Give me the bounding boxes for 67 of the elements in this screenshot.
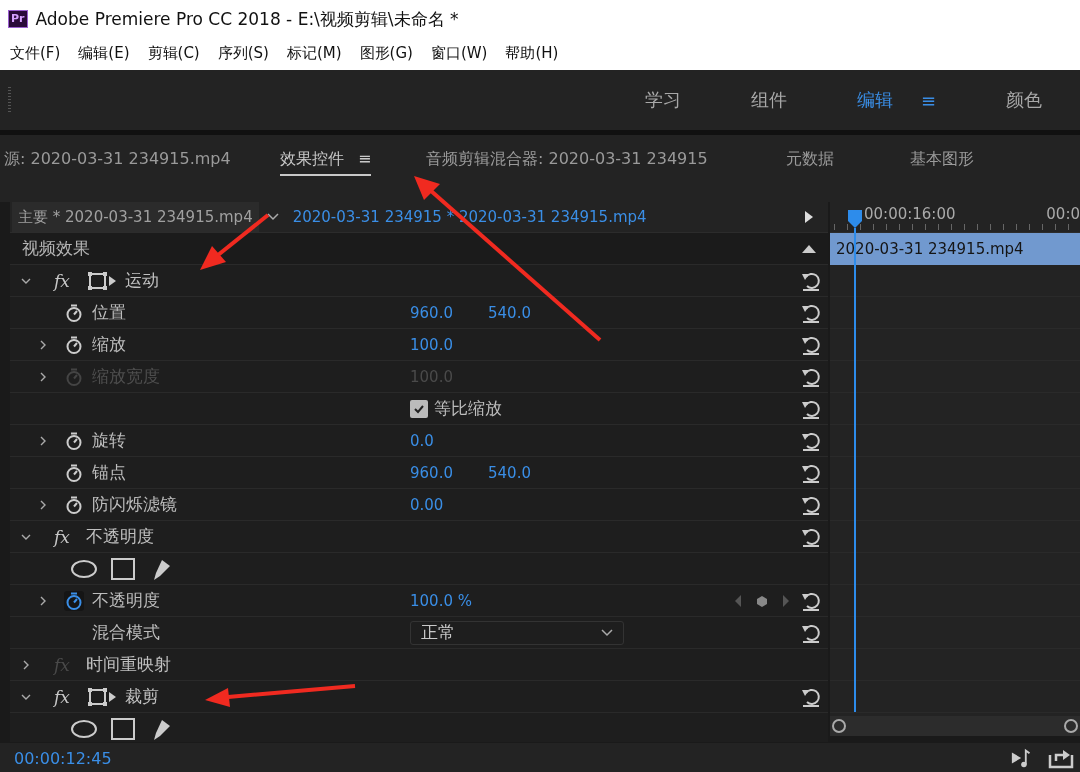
panel-tab[interactable]: 效果控件 ≡ bbox=[280, 145, 372, 176]
stopwatch-icon[interactable] bbox=[64, 334, 84, 355]
workspace-tab[interactable]: 组件 bbox=[750, 88, 787, 112]
stopwatch-icon[interactable] bbox=[64, 430, 84, 451]
parameter-value[interactable]: 100.0 % bbox=[410, 591, 488, 610]
parameter-label: 缩放 bbox=[92, 333, 126, 356]
effect-name: 运动 bbox=[125, 269, 159, 292]
section-title: 视频效果 bbox=[22, 237, 90, 260]
menu-item[interactable]: 标记(M) bbox=[286, 43, 342, 63]
workspace-tab[interactable]: 编辑 ≡ bbox=[856, 88, 936, 112]
timecode[interactable]: 00:00:12:45 bbox=[14, 748, 112, 768]
window-title: Adobe Premiere Pro CC 2018 - E:\视频剪辑\未命名 * bbox=[35, 7, 459, 31]
parameter-label: 不透明度 bbox=[92, 589, 160, 612]
menu-item[interactable]: 文件(F) bbox=[10, 43, 61, 63]
menu-item[interactable]: 序列(S) bbox=[217, 43, 269, 63]
parameter-value[interactable]: 0.00 bbox=[410, 495, 488, 514]
menu-item[interactable]: 窗口(W) bbox=[430, 43, 488, 63]
transform-icon[interactable] bbox=[87, 270, 117, 291]
clip-bar[interactable]: 2020-03-31 234915.mp4 bbox=[830, 233, 1080, 265]
app-icon: Pr bbox=[8, 10, 28, 28]
effect-name: 裁剪 bbox=[125, 685, 159, 708]
stopwatch-icon[interactable] bbox=[64, 302, 84, 323]
time-ruler[interactable]: 00:00:16:00 00:0 bbox=[830, 202, 1080, 233]
play-icon[interactable] bbox=[804, 211, 814, 223]
checkbox[interactable] bbox=[410, 399, 428, 418]
parameter-value[interactable]: 960.0 bbox=[410, 303, 488, 322]
fx-toggle[interactable]: fx bbox=[54, 526, 84, 547]
menu-item[interactable]: 编辑(E) bbox=[78, 43, 130, 63]
parameter-label: 旋转 bbox=[92, 429, 126, 452]
menu-item[interactable]: 剪辑(C) bbox=[147, 43, 200, 63]
effect-name: 不透明度 bbox=[86, 525, 154, 548]
fx-toggle[interactable]: fx bbox=[54, 686, 84, 707]
chevron-down-icon bbox=[601, 628, 613, 637]
menu-item[interactable]: 帮助(H) bbox=[505, 43, 559, 63]
parameter-value[interactable]: 540.0 bbox=[488, 303, 566, 322]
collapse-icon[interactable] bbox=[802, 244, 816, 253]
panel-tab[interactable]: 音频剪辑混合器: 2020-03-31 234915 bbox=[426, 145, 708, 176]
master-clip-label[interactable]: 主要 * 2020-03-31 234915.mp4 bbox=[12, 202, 259, 232]
fx-toggle[interactable]: fx bbox=[54, 270, 84, 291]
parameter-value[interactable]: 540.0 bbox=[488, 463, 566, 482]
blend-mode-dropdown[interactable]: 正常 bbox=[410, 620, 624, 645]
panel-tab[interactable]: 元数据 bbox=[786, 145, 834, 176]
stopwatch-icon[interactable] bbox=[64, 494, 84, 515]
ruler-label: 00:0 bbox=[1046, 205, 1080, 223]
workspace-tab[interactable]: 颜色 bbox=[1006, 88, 1042, 112]
parameter-value[interactable]: 100.0 bbox=[410, 335, 488, 354]
parameter-value[interactable]: 0.0 bbox=[410, 431, 488, 450]
parameter-label: 混合模式 bbox=[92, 621, 160, 644]
menu-item[interactable]: 图形(G) bbox=[359, 43, 413, 63]
export-icon[interactable] bbox=[1048, 747, 1074, 769]
checkbox-label: 等比缩放 bbox=[434, 397, 502, 420]
effect-name: 时间重映射 bbox=[86, 653, 171, 676]
parameter-value[interactable]: 960.0 bbox=[410, 463, 488, 482]
transform-icon[interactable] bbox=[87, 686, 117, 707]
parameter-label: 锚点 bbox=[92, 461, 126, 484]
ruler-label: 00:00:16:00 bbox=[864, 205, 956, 223]
chevron-down-icon[interactable] bbox=[266, 213, 279, 221]
panel-tab[interactable]: 源: 2020-03-31 234915.mp4 bbox=[4, 145, 231, 176]
grip-handle[interactable] bbox=[8, 87, 11, 113]
stopwatch-icon[interactable] bbox=[64, 462, 84, 483]
panel-tab[interactable]: 基本图形 bbox=[910, 145, 974, 176]
workspace-tab[interactable]: 学习 bbox=[644, 88, 681, 112]
scroll-bar[interactable] bbox=[830, 716, 1080, 736]
stopwatch-icon[interactable] bbox=[64, 590, 84, 611]
parameter-label: 防闪烁滤镜 bbox=[92, 493, 177, 516]
playhead-handle[interactable] bbox=[847, 210, 863, 228]
parameter-label: 位置 bbox=[92, 301, 126, 324]
